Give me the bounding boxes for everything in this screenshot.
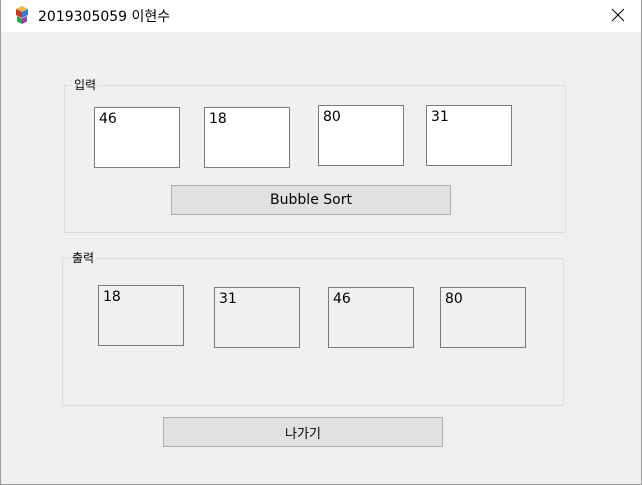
input-textbox-3[interactable]: 80	[318, 105, 404, 166]
output-textbox-2: 31	[214, 287, 300, 348]
input-textbox-2[interactable]: 18	[204, 107, 290, 168]
output-textbox-3: 46	[328, 287, 414, 348]
output-textbox-1: 18	[98, 285, 184, 346]
input-group-label: 입력	[72, 78, 99, 93]
main-window: 2019305059 이현수 입력 46 18 80 31 Bubble Sor…	[0, 0, 642, 485]
exit-button[interactable]: 나가기	[163, 417, 443, 447]
output-group-label: 출력	[70, 251, 97, 266]
output-textbox-4: 80	[440, 287, 526, 348]
close-icon	[611, 7, 625, 26]
close-button[interactable]	[595, 0, 641, 32]
app-icon	[13, 5, 33, 25]
bubble-sort-button[interactable]: Bubble Sort	[171, 185, 451, 215]
input-textbox-1[interactable]: 46	[94, 107, 180, 168]
window-title: 2019305059 이현수	[38, 9, 171, 25]
title-bar[interactable]: 2019305059 이현수	[1, 0, 641, 32]
input-textbox-4[interactable]: 31	[426, 105, 512, 166]
